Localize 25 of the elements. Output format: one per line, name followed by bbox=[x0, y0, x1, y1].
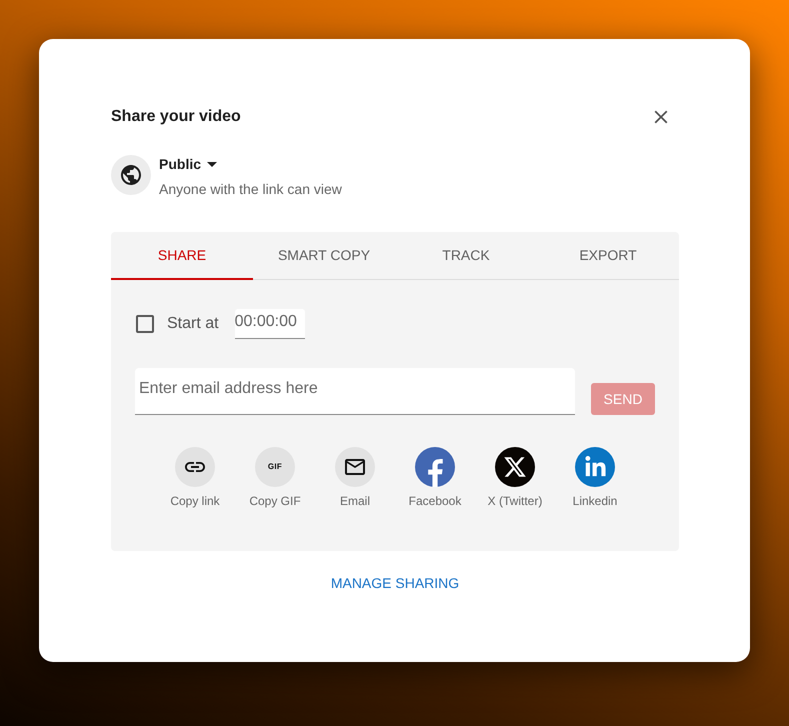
facebook-logo-icon bbox=[415, 447, 455, 487]
share-option[interactable]: GIF Copy GIF bbox=[235, 447, 315, 508]
visibility-description: Anyone with the link can view bbox=[159, 180, 342, 198]
tab[interactable]: TRACK bbox=[395, 232, 537, 280]
link-icon bbox=[175, 447, 215, 487]
globe-icon bbox=[111, 155, 151, 195]
checkbox[interactable] bbox=[136, 315, 154, 333]
envelope-icon bbox=[335, 447, 375, 487]
tab[interactable]: SHARE bbox=[111, 232, 253, 280]
linkedin-logo-icon bbox=[575, 447, 615, 487]
manage-sharing-link[interactable]: MANAGE SHARING bbox=[330, 574, 460, 592]
tab[interactable]: EXPORT bbox=[537, 232, 679, 280]
x-logo-icon bbox=[495, 447, 535, 487]
start-time-field[interactable]: 00:00:00 bbox=[234, 309, 305, 339]
share-option[interactable]: Email bbox=[315, 447, 395, 508]
caret-icon bbox=[207, 162, 218, 166]
share-option[interactable]: X (Twitter) bbox=[475, 447, 555, 508]
tab[interactable]: SMART COPY bbox=[253, 232, 395, 280]
dialog-title: Share your video bbox=[111, 107, 241, 127]
start-at-label: Start at bbox=[167, 314, 219, 334]
share-option[interactable]: Linkedin bbox=[555, 447, 635, 508]
share-option[interactable]: Facebook bbox=[395, 447, 475, 508]
visibility-dropdown[interactable]: Public bbox=[159, 155, 218, 173]
share-option[interactable]: Copy link bbox=[155, 447, 235, 508]
gif-icon: GIF bbox=[255, 447, 295, 487]
